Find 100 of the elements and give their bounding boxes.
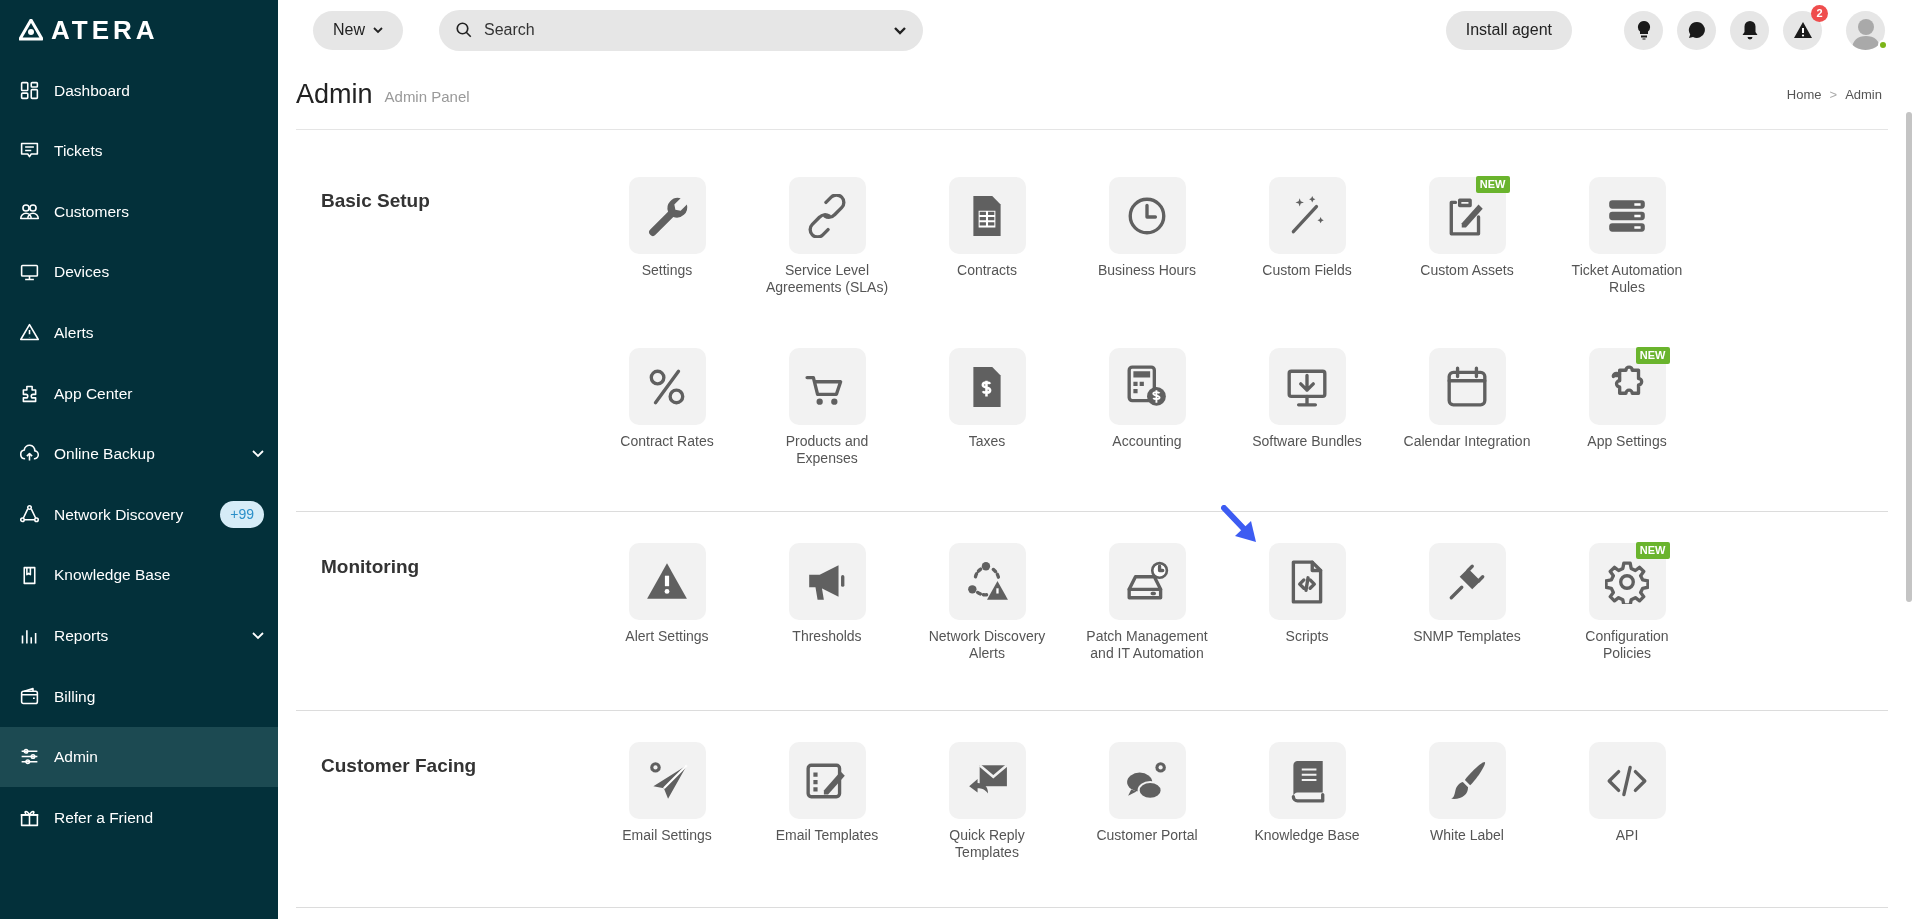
logo-text: ATERA	[51, 13, 159, 47]
tile-label[interactable]: App Settings	[1561, 433, 1693, 450]
caret-icon	[893, 25, 907, 36]
lightbulb-button[interactable]	[1624, 10, 1663, 50]
network-icon	[19, 503, 40, 525]
page-title: Admin	[296, 78, 373, 112]
tile-label[interactable]: Customer Portal	[1081, 827, 1213, 844]
nav-item[interactable]: Billing	[0, 665, 278, 727]
section-heading: Monitoring	[321, 555, 421, 579]
admin-tile[interactable]	[788, 177, 866, 254]
tile-label[interactable]: Email Templates	[761, 827, 893, 844]
admin-tile[interactable]	[1268, 742, 1346, 819]
nav-item[interactable]: App Center	[0, 362, 278, 424]
caret-icon	[373, 26, 383, 34]
tile-label[interactable]: Service Level Agreements (SLAs)	[761, 262, 893, 296]
page-subtitle: Admin Panel	[384, 87, 470, 108]
tile-label[interactable]: Custom Fields	[1241, 262, 1373, 279]
nav-item[interactable]: Reports	[0, 605, 278, 666]
admin-tile[interactable]	[1428, 348, 1506, 425]
tile-label[interactable]: Patch Management and IT Automation	[1081, 628, 1213, 662]
tile-label[interactable]: White Label	[1401, 827, 1533, 844]
annotation-arrow	[1221, 505, 1259, 545]
admin-tile[interactable]	[628, 543, 706, 620]
tile-label[interactable]: Configuration Policies	[1561, 628, 1693, 662]
admin-tile[interactable]	[948, 177, 1026, 254]
tile-label[interactable]: Custom Assets	[1401, 262, 1533, 279]
admin-tile[interactable]	[628, 348, 706, 425]
chat-button[interactable]	[1677, 10, 1716, 50]
section-heading: Basic Setup	[321, 189, 431, 213]
admin-tile[interactable]	[1108, 348, 1186, 425]
tile-label[interactable]: Accounting	[1081, 433, 1213, 450]
admin-tile[interactable]	[948, 348, 1026, 425]
tile-label[interactable]: Settings	[601, 262, 733, 279]
alerts-button[interactable]	[1783, 10, 1822, 50]
admin-tile[interactable]	[1268, 348, 1346, 425]
admin-tile[interactable]	[1428, 543, 1506, 620]
new-badge: NEW	[1635, 542, 1670, 559]
nav-item[interactable]: Online Backup	[0, 423, 278, 485]
nav-item[interactable]: Customers	[0, 181, 278, 242]
breadcrumb-link[interactable]: Admin	[1845, 84, 1882, 105]
notification-badge: 2	[1811, 4, 1828, 22]
nav-item[interactable]: Knowledge Base	[0, 544, 278, 606]
breadcrumb-link[interactable]: Home	[1786, 84, 1822, 105]
admin-tile[interactable]	[788, 742, 866, 819]
admin-tile[interactable]	[788, 543, 866, 620]
nav-item[interactable]: Refer a Friend	[0, 787, 278, 848]
admin-tile[interactable]	[948, 543, 1026, 620]
tile-label[interactable]: Thresholds	[761, 628, 893, 645]
admin-tile[interactable]	[788, 348, 866, 425]
nav-item[interactable]: Tickets	[0, 120, 278, 182]
admin-tile[interactable]	[628, 177, 706, 254]
notifications-button[interactable]	[1730, 10, 1769, 50]
admin-tile[interactable]	[1588, 177, 1666, 254]
admin-tile[interactable]	[1108, 177, 1186, 254]
nav-item[interactable]: Devices	[0, 241, 278, 303]
tile-label[interactable]: Scripts	[1241, 628, 1373, 645]
nav-item[interactable]: Dashboard	[0, 60, 278, 121]
admin-tile[interactable]	[1108, 543, 1186, 620]
admin-tile[interactable]	[628, 742, 706, 819]
tile-label[interactable]: API	[1561, 827, 1693, 844]
admin-tile[interactable]	[1428, 742, 1506, 819]
tile-label[interactable]: Alert Settings	[601, 628, 733, 645]
calendar-icon	[1445, 364, 1489, 409]
nav-item[interactable]: Alerts	[0, 302, 278, 363]
scrollbar[interactable]	[1906, 112, 1912, 602]
tile-label[interactable]: Taxes	[921, 433, 1053, 450]
tile-label[interactable]: Contracts	[921, 262, 1053, 279]
admin-tile[interactable]	[1588, 742, 1666, 819]
tile-label[interactable]: Email Settings	[601, 827, 733, 844]
tile-label[interactable]: Quick Reply Templates	[921, 827, 1053, 861]
breadcrumb-separator: >	[1829, 85, 1838, 104]
tile-label[interactable]: Business Hours	[1081, 262, 1213, 279]
new-button[interactable]: New	[313, 10, 403, 50]
install-agent-button[interactable]: Install agent	[1445, 10, 1572, 50]
admin-tile[interactable]	[948, 742, 1026, 819]
people-icon	[19, 201, 40, 222]
lightbulb-icon	[1636, 20, 1651, 40]
section-heading: Customer Facing	[321, 754, 478, 778]
new-badge: NEW	[1475, 176, 1510, 193]
tile-label[interactable]: SNMP Templates	[1401, 628, 1533, 645]
wallet-icon	[19, 685, 40, 707]
tile-label[interactable]: Knowledge Base	[1241, 827, 1373, 844]
new-badge: NEW	[1635, 347, 1670, 364]
search-field[interactable]: Search	[439, 9, 923, 51]
chat-bubble-icon	[1686, 20, 1707, 40]
nav-item[interactable]: Admin	[0, 726, 278, 788]
tile-label[interactable]: Calendar Integration	[1401, 433, 1533, 450]
admin-tile[interactable]	[1268, 543, 1346, 620]
admin-tile[interactable]	[1108, 742, 1186, 819]
nav-item[interactable]: Network Discovery +99	[0, 484, 278, 545]
tile-label[interactable]: Network Discovery Alerts	[921, 628, 1053, 662]
bell-icon	[1740, 20, 1759, 40]
warning-icon	[1792, 21, 1813, 39]
tile-label[interactable]: Products and Expenses	[761, 433, 893, 467]
logo-icon	[19, 19, 43, 41]
tile-label[interactable]: Software Bundles	[1241, 433, 1373, 450]
search-icon	[455, 20, 473, 39]
tile-label[interactable]: Ticket Automation Rules	[1561, 262, 1693, 296]
tile-label[interactable]: Contract Rates	[601, 433, 733, 450]
admin-tile[interactable]	[1268, 177, 1346, 254]
